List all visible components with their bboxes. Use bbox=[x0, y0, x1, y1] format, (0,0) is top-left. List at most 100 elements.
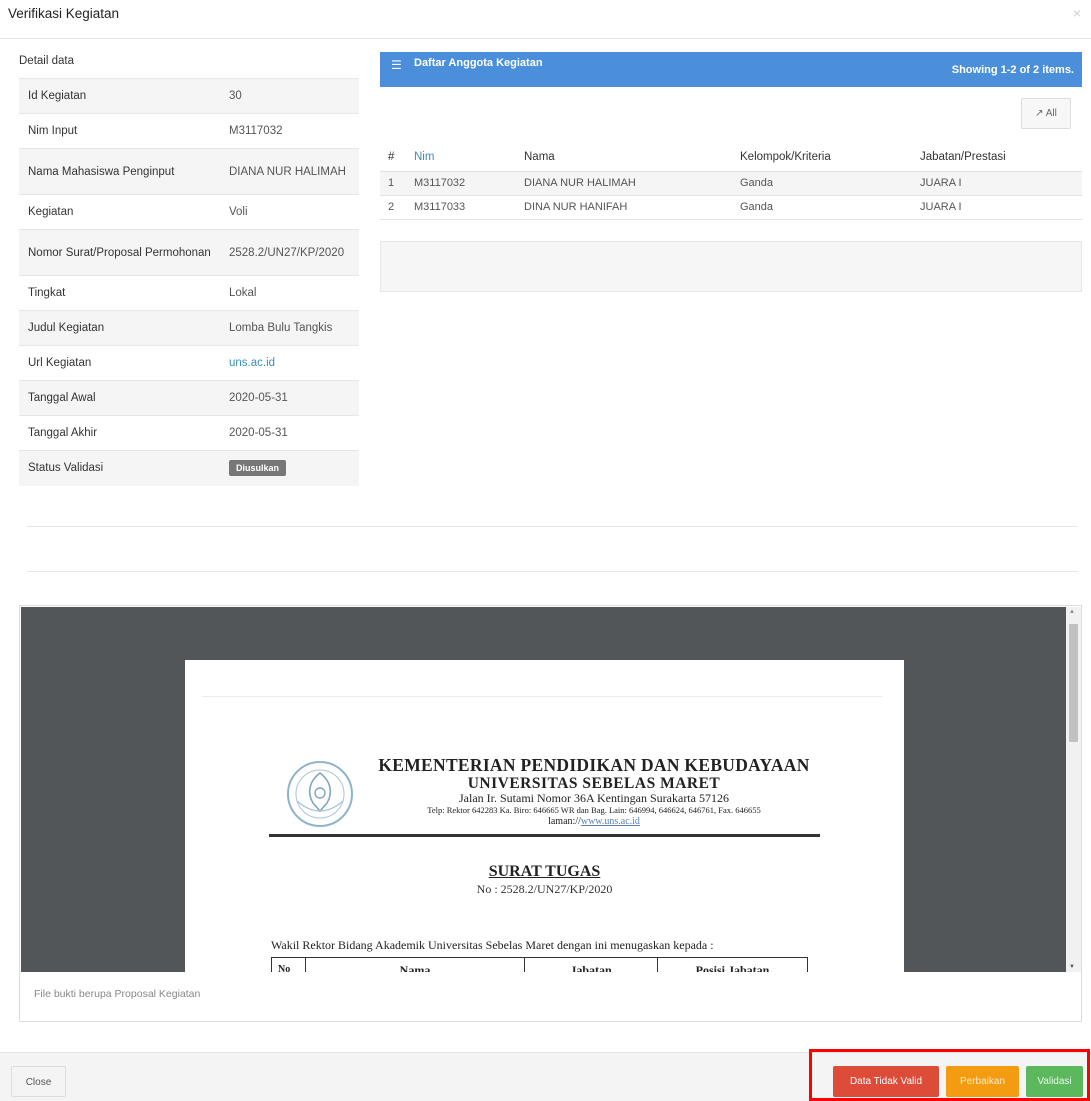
close-icon[interactable]: × bbox=[1073, 5, 1081, 21]
letterhead-website: laman://www.uns.ac.id bbox=[369, 816, 819, 828]
cell-jabatan: JUARA I bbox=[912, 171, 1082, 196]
data-tidak-valid-button[interactable]: Data Tidak Valid bbox=[833, 1066, 939, 1097]
column-header-no: # bbox=[380, 143, 406, 172]
cell-nama: DIANA NUR HALIMAH bbox=[516, 171, 732, 196]
list-icon: ☰ bbox=[391, 58, 402, 72]
scroll-thumb[interactable] bbox=[1069, 624, 1078, 742]
expand-all-label: All bbox=[1045, 108, 1057, 119]
doc-col-jabatan: Jabatan bbox=[525, 958, 658, 972]
detail-label: Tanggal Awal bbox=[19, 380, 220, 416]
detail-row: Judul Kegiatan Lomba Bulu Tangkis bbox=[19, 310, 359, 346]
letterhead-website-url: www.uns.ac.id bbox=[580, 816, 640, 827]
detail-value: 30 bbox=[220, 78, 359, 114]
detail-value: Lokal bbox=[220, 275, 359, 311]
scroll-down-icon[interactable]: ▼ bbox=[1069, 964, 1075, 970]
viewer-scrollbar[interactable]: ▲ ▼ bbox=[1066, 607, 1081, 972]
detail-label: Tanggal Akhir bbox=[19, 415, 220, 451]
panel-footer bbox=[380, 241, 1082, 292]
detail-value: DIANA NUR HALIMAH bbox=[220, 148, 359, 195]
column-header-jabatan: Jabatan/Prestasi bbox=[912, 143, 1082, 172]
detail-row: Tingkat Lokal bbox=[19, 275, 359, 311]
column-header-nim[interactable]: Nim bbox=[406, 143, 516, 172]
detail-label: Nomor Surat/Proposal Permohonan bbox=[19, 229, 220, 276]
document-viewer-box: KEMENTERIAN PENDIDIKAN DAN KEBUDAYAAN UN… bbox=[19, 605, 1082, 1022]
detail-value: Lomba Bulu Tangkis bbox=[220, 310, 359, 346]
divider bbox=[27, 526, 1078, 527]
letterhead-rule bbox=[269, 834, 820, 837]
detail-label: Tingkat bbox=[19, 275, 220, 311]
scan-edge bbox=[202, 696, 882, 697]
perbaikan-button[interactable]: Perbaikan bbox=[946, 1066, 1019, 1097]
detail-label: Status Validasi bbox=[19, 450, 220, 486]
detail-value: M3117032 bbox=[220, 113, 359, 149]
close-button[interactable]: Close bbox=[11, 1066, 66, 1097]
letterhead-address: Jalan Ir. Sutami Nomor 36A Kentingan Sur… bbox=[459, 791, 729, 805]
scroll-up-icon[interactable]: ▲ bbox=[1069, 609, 1075, 615]
detail-value: Voli bbox=[220, 194, 359, 230]
detail-label: Judul Kegiatan bbox=[19, 310, 220, 346]
detail-row: Url Kegiatan uns.ac.id bbox=[19, 345, 359, 381]
document-table-header: No Nama Jabatan Posisi Jabatan bbox=[271, 957, 808, 972]
detail-label: Kegiatan bbox=[19, 194, 220, 230]
pdf-viewer[interactable]: KEMENTERIAN PENDIDIKAN DAN KEBUDAYAAN UN… bbox=[21, 607, 1066, 972]
validasi-button[interactable]: Validasi bbox=[1026, 1066, 1083, 1097]
detail-row: Nama Mahasiswa Penginput DIANA NUR HALIM… bbox=[19, 148, 359, 195]
detail-label: Nim Input bbox=[19, 113, 220, 149]
viewer-caption: File bukti berupa Proposal Kegiatan bbox=[34, 988, 201, 1000]
detail-value: 2020-05-31 bbox=[220, 415, 359, 451]
detail-row: Status Validasi Diusulkan bbox=[19, 450, 359, 486]
document-title: SURAT TUGAS bbox=[488, 863, 601, 880]
letterhead-ministry: KEMENTERIAN PENDIDIKAN DAN KEBUDAYAAN bbox=[378, 755, 810, 775]
table-row: 1 M3117032 DIANA NUR HALIMAH Ganda JUARA… bbox=[380, 171, 1082, 196]
cell-no: 2 bbox=[380, 195, 406, 220]
detail-value: 2020-05-31 bbox=[220, 380, 359, 416]
anggota-panel-header: ☰ Daftar Anggota Kegiatan Showing 1-2 of… bbox=[380, 52, 1082, 87]
document-intro: Wakil Rektor Bidang Akademik Universitas… bbox=[271, 938, 714, 952]
table-header-row: # Nim Nama Kelompok/Kriteria Jabatan/Pre… bbox=[380, 143, 1082, 172]
expand-all-button[interactable]: ↗ All bbox=[1021, 98, 1071, 129]
detail-table: Id Kegiatan 30 Nim Input M3117032 Nama M… bbox=[19, 78, 359, 486]
panel-title: Daftar Anggota Kegiatan bbox=[414, 57, 543, 69]
expand-icon: ↗ bbox=[1035, 108, 1044, 119]
detail-value: 2528.2/UN27/KP/2020 bbox=[220, 229, 359, 276]
detail-caption: Detail data bbox=[19, 55, 74, 67]
cell-kelompok: Ganda bbox=[732, 171, 912, 196]
university-seal-icon bbox=[287, 761, 353, 827]
url-link[interactable]: uns.ac.id bbox=[229, 357, 275, 369]
letterhead-phone: Telp: Rektor 642283 Ka. Biro: 646665 WR … bbox=[427, 805, 761, 815]
doc-col-nama: Nama bbox=[306, 958, 525, 972]
cell-jabatan: JUARA I bbox=[912, 195, 1082, 220]
detail-row: Tanggal Akhir 2020-05-31 bbox=[19, 415, 359, 451]
cell-nim: M3117032 bbox=[406, 171, 516, 196]
detail-row: Kegiatan Voli bbox=[19, 194, 359, 230]
status-badge: Diusulkan bbox=[229, 460, 287, 477]
anggota-table: # Nim Nama Kelompok/Kriteria Jabatan/Pre… bbox=[380, 143, 1082, 220]
cell-nim: M3117033 bbox=[406, 195, 516, 220]
grid-summary: Showing 1-2 of 2 items. bbox=[951, 64, 1074, 76]
divider bbox=[27, 571, 1078, 572]
doc-col-posisi: Posisi Jabatan bbox=[695, 963, 770, 972]
letterhead: KEMENTERIAN PENDIDIKAN DAN KEBUDAYAAN UN… bbox=[369, 755, 819, 828]
doc-col-no: No bbox=[272, 958, 306, 972]
cell-no: 1 bbox=[380, 171, 406, 196]
column-header-kelompok: Kelompok/Kriteria bbox=[732, 143, 912, 172]
detail-value: Diusulkan bbox=[220, 450, 359, 486]
document-page: KEMENTERIAN PENDIDIKAN DAN KEBUDAYAAN UN… bbox=[185, 660, 904, 972]
detail-row: Nomor Surat/Proposal Permohonan 2528.2/U… bbox=[19, 229, 359, 276]
letterhead-university: UNIVERSITAS SEBELAS MARET bbox=[467, 775, 721, 792]
detail-label: Url Kegiatan bbox=[19, 345, 220, 381]
table-row: 2 M3117033 DINA NUR HANIFAH Ganda JUARA … bbox=[380, 195, 1082, 220]
detail-value: uns.ac.id bbox=[220, 345, 359, 381]
detail-label: Nama Mahasiswa Penginput bbox=[19, 148, 220, 195]
detail-row: Tanggal Awal 2020-05-31 bbox=[19, 380, 359, 416]
detail-row: Id Kegiatan 30 bbox=[19, 78, 359, 114]
document-number: No : 2528.2/UN27/KP/2020 bbox=[476, 882, 613, 896]
detail-label: Id Kegiatan bbox=[19, 78, 220, 114]
cell-nama: DINA NUR HANIFAH bbox=[516, 195, 732, 220]
detail-row: Nim Input M3117032 bbox=[19, 113, 359, 149]
modal-title: Verifikasi Kegiatan bbox=[8, 6, 120, 21]
modal-header: Verifikasi Kegiatan × bbox=[0, 0, 1091, 39]
letterhead-website-prefix: laman:// bbox=[548, 816, 581, 827]
cell-kelompok: Ganda bbox=[732, 195, 912, 220]
column-header-nama: Nama bbox=[516, 143, 732, 172]
